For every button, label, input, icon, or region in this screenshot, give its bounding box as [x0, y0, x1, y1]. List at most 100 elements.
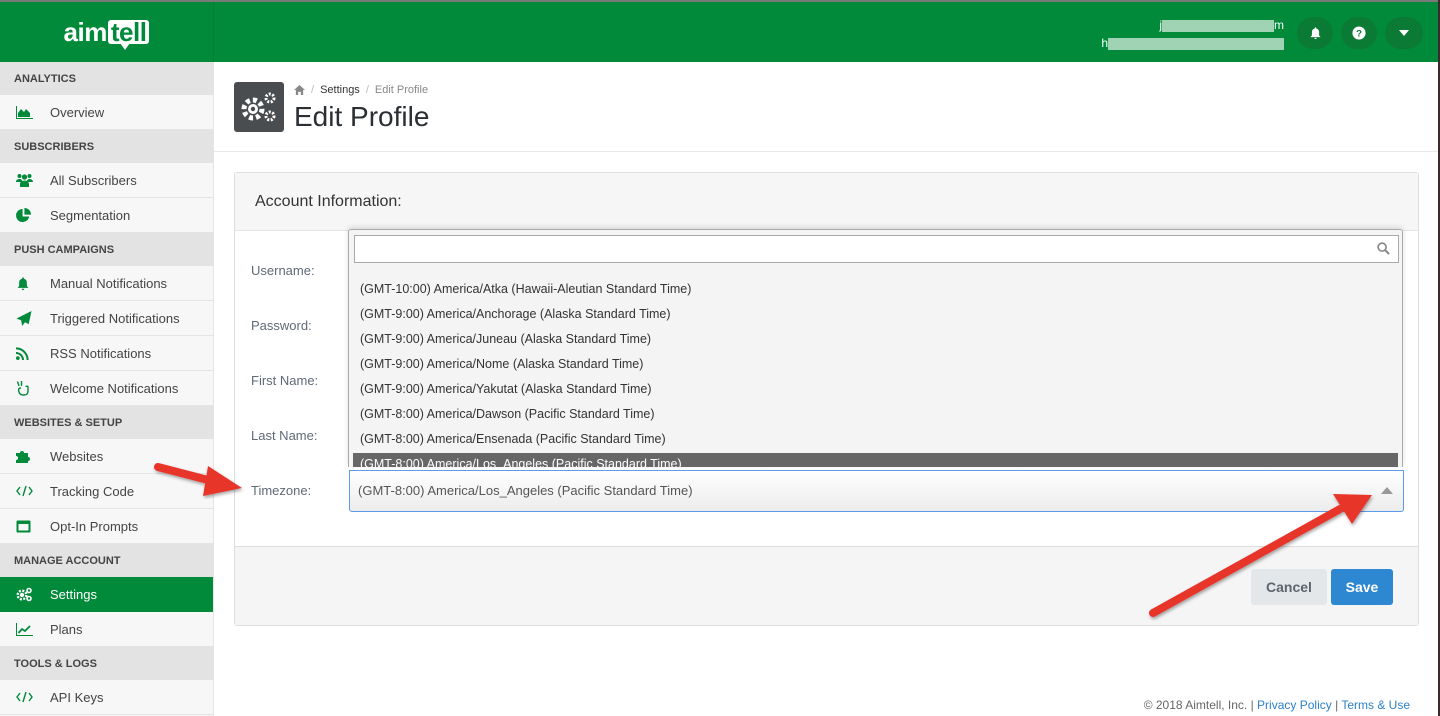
sidebar-section-analytics: ANALYTICS — [0, 62, 213, 95]
sidebar-item-label: Welcome Notifications — [50, 380, 179, 396]
cancel-button[interactable]: Cancel — [1251, 569, 1327, 605]
logo-box: tell — [107, 19, 150, 50]
panel-title: Account Information: — [235, 173, 1418, 231]
aimtell-logo[interactable]: aim tell — [63, 16, 150, 50]
logo-text: aim — [63, 16, 108, 47]
timezone-dropdown: (GMT-10:00) America/Atka (Hawaii-Aleutia… — [348, 229, 1403, 467]
logo-area[interactable]: aim tell — [0, 2, 214, 62]
rss-icon — [0, 346, 50, 360]
copyright-text: © 2018 Aimtell, Inc. — [1143, 698, 1248, 712]
save-button[interactable]: Save — [1331, 569, 1393, 605]
sidebar: ANALYTICS Overview SUBSCRIBERS All Subsc… — [0, 62, 214, 716]
url-prefix: h — [1101, 36, 1108, 50]
terms-link[interactable]: Terms & Use — [1341, 698, 1410, 712]
sidebar-section-push-campaigns: PUSH CAMPAIGNS — [0, 233, 213, 266]
account-menu-button[interactable] — [1385, 17, 1423, 49]
sidebar-item-label: Tracking Code — [50, 483, 135, 499]
timezone-option[interactable]: (GMT-9:00) America/Anchorage (Alaska Sta… — [353, 303, 1398, 328]
sidebar-item-label: All Subscribers — [50, 172, 137, 188]
footer-separator: | — [1247, 698, 1258, 712]
redacted-email — [1162, 19, 1274, 32]
sidebar-item-label: Plans — [50, 621, 83, 637]
code-icon — [0, 485, 50, 497]
timezone-option[interactable]: (GMT-10:00) America/Atka (Hawaii-Aleutia… — [353, 278, 1398, 303]
timezone-options-list[interactable]: (GMT-10:00) America/Atka (Hawaii-Aleutia… — [353, 266, 1398, 467]
timezone-option-highlighted[interactable]: (GMT-8:00) America/Los_Angeles (Pacific … — [353, 453, 1398, 467]
breadcrumb-separator: / — [365, 84, 369, 96]
line-chart-icon — [0, 622, 50, 636]
question-icon: ? — [1352, 26, 1366, 40]
breadcrumb: / Settings / Edit Profile — [294, 84, 428, 96]
settings-page-icon — [234, 82, 284, 132]
first-name-label: First Name: — [251, 373, 319, 388]
breadcrumb-separator: / — [311, 84, 315, 96]
sidebar-item-rss-notifications[interactable]: RSS Notifications — [0, 336, 213, 371]
area-chart-icon — [0, 105, 50, 119]
sidebar-item-label: Overview — [50, 104, 105, 120]
timezone-option[interactable]: (GMT-9:00) America/Juneau (Alaska Standa… — [353, 328, 1398, 353]
sidebar-item-triggered-notifications[interactable]: Triggered Notifications — [0, 301, 213, 336]
pie-chart-icon — [0, 207, 50, 223]
breadcrumb-current: Edit Profile — [374, 84, 429, 96]
sidebar-item-label: Opt-In Prompts — [50, 518, 139, 534]
sidebar-item-label: Websites — [50, 448, 104, 464]
sidebar-item-manual-notifications[interactable]: Manual Notifications — [0, 266, 213, 301]
sidebar-item-websites[interactable]: Websites — [0, 439, 213, 474]
timezone-option-partial[interactable] — [353, 266, 1398, 278]
sidebar-item-plans[interactable]: Plans — [0, 612, 213, 647]
puzzle-icon — [0, 449, 50, 463]
sidebar-item-tracking-code[interactable]: Tracking Code — [0, 474, 213, 509]
footer-separator: | — [1331, 698, 1342, 712]
user-email: jm — [1101, 16, 1284, 34]
page-footer: © 2018 Aimtell, Inc. | Privacy Policy | … — [1144, 698, 1410, 712]
timezone-option[interactable]: (GMT-9:00) America/Nome (Alaska Standard… — [353, 353, 1398, 378]
sidebar-section-subscribers: SUBSCRIBERS — [0, 130, 213, 163]
user-url: h — [1101, 34, 1284, 52]
sidebar-item-label: Triggered Notifications — [50, 310, 180, 326]
sidebar-item-all-subscribers[interactable]: All Subscribers — [0, 163, 213, 198]
password-label: Password: — [251, 318, 312, 333]
svg-text:?: ? — [1356, 29, 1362, 40]
redacted-url — [1108, 37, 1284, 50]
timezone-option[interactable]: (GMT-8:00) America/Ensenada (Pacific Sta… — [353, 428, 1398, 453]
help-button[interactable]: ? — [1341, 17, 1377, 49]
panel-footer — [235, 546, 1418, 625]
users-icon — [0, 173, 50, 187]
user-info: jm h — [1101, 16, 1284, 52]
timezone-option[interactable]: (GMT-9:00) America/Yakutat (Alaska Stand… — [353, 378, 1398, 403]
page-header: / Settings / Edit Profile Edit Profile — [214, 62, 1440, 152]
cogs-icon — [241, 92, 276, 122]
code-icon — [0, 691, 50, 703]
sidebar-item-settings[interactable]: Settings — [0, 577, 213, 612]
sidebar-item-welcome-notifications[interactable]: Welcome Notifications — [0, 371, 213, 406]
page-title: Edit Profile — [294, 101, 430, 132]
sidebar-item-opt-in-prompts[interactable]: Opt-In Prompts — [0, 509, 213, 544]
bell-icon — [0, 276, 50, 291]
sidebar-item-overview[interactable]: Overview — [0, 95, 213, 130]
timezone-select[interactable]: (GMT-8:00) America/Los_Angeles (Pacific … — [349, 470, 1404, 512]
home-icon[interactable] — [294, 85, 305, 95]
sidebar-item-label: Manual Notifications — [50, 275, 168, 291]
timezone-search-input[interactable] — [354, 235, 1399, 263]
top-bar: aim tell jm h ? — [0, 0, 1440, 62]
email-suffix: m — [1274, 18, 1284, 32]
sidebar-item-label: API Keys — [50, 689, 104, 705]
timezone-label: Timezone: — [251, 483, 312, 498]
cogs-icon — [0, 587, 50, 602]
sidebar-item-segmentation[interactable]: Segmentation — [0, 198, 213, 233]
notifications-button[interactable] — [1297, 17, 1333, 49]
caret-up-icon[interactable] — [1381, 487, 1393, 494]
caret-down-icon — [1399, 30, 1409, 36]
breadcrumb-settings[interactable]: Settings — [320, 84, 360, 96]
last-name-label: Last Name: — [251, 428, 318, 443]
timezone-option[interactable]: (GMT-8:00) America/Dawson (Pacific Stand… — [353, 403, 1398, 428]
privacy-policy-link[interactable]: Privacy Policy — [1257, 698, 1332, 712]
username-label: Username: — [251, 263, 315, 278]
sidebar-item-label: Segmentation — [50, 207, 131, 223]
hand-peace-icon — [0, 380, 50, 396]
bell-icon — [1310, 27, 1320, 40]
sidebar-item-label: Settings — [50, 586, 97, 602]
sidebar-item-api-keys[interactable]: API Keys — [0, 680, 213, 715]
sidebar-item-label: RSS Notifications — [50, 345, 152, 361]
window-icon — [0, 520, 50, 533]
